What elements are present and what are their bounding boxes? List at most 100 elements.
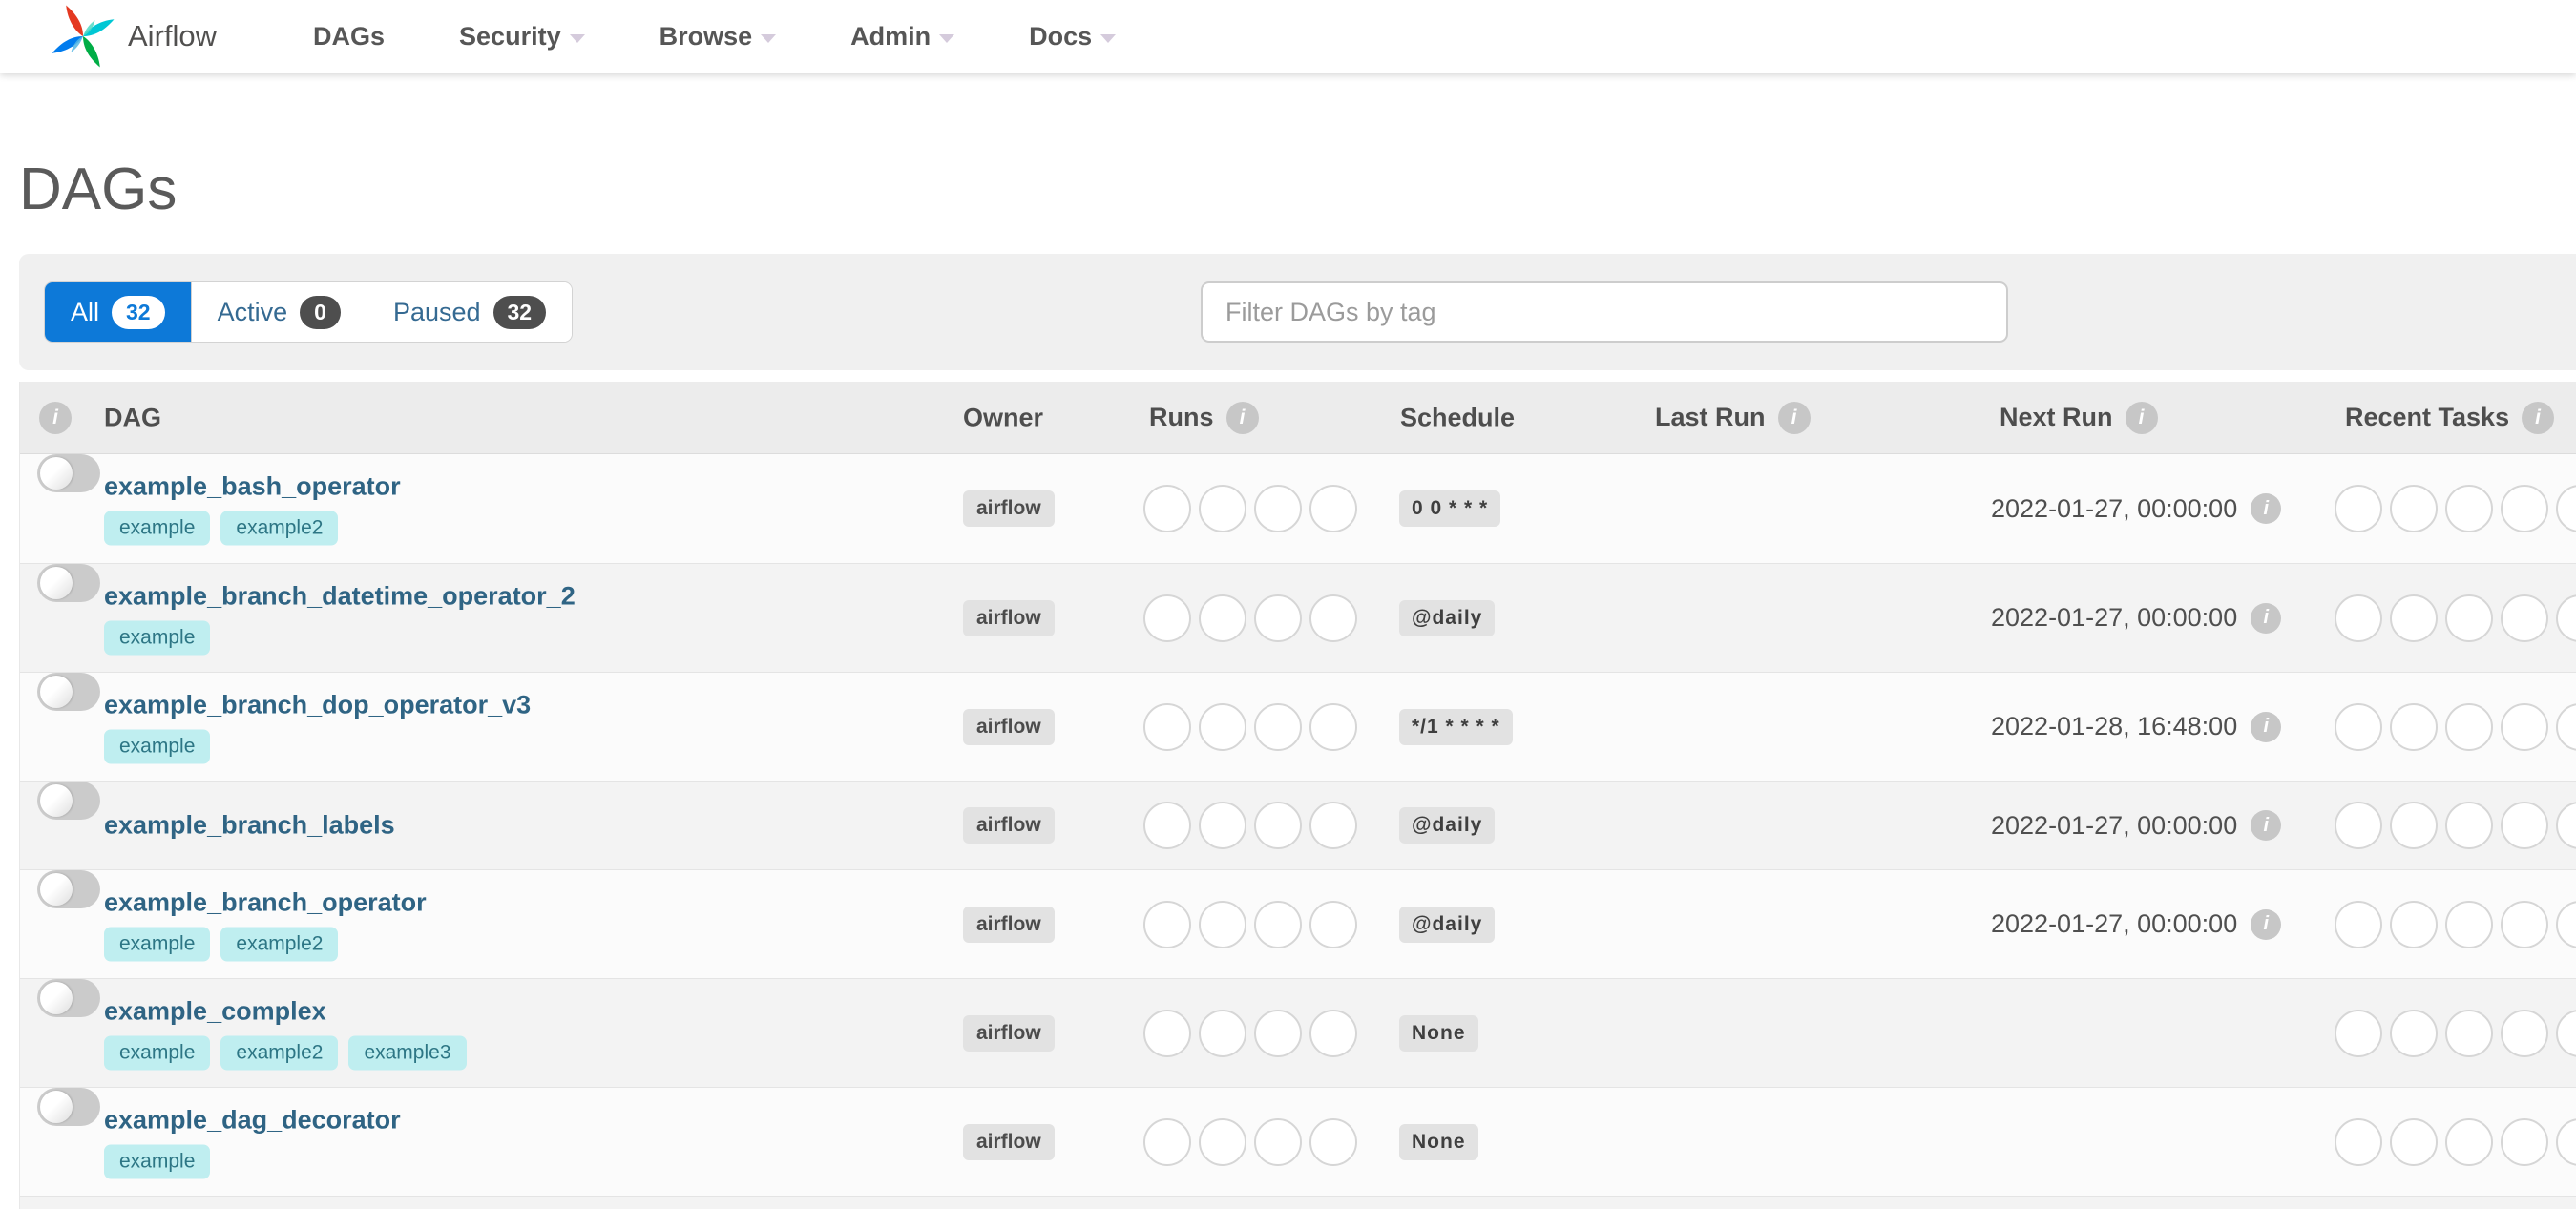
dag-tag[interactable]: example [104,1035,211,1070]
owner-chip[interactable]: airflow [963,1123,1055,1160]
owner-chip[interactable]: airflow [963,708,1055,745]
run-status-circle[interactable] [1143,900,1191,948]
run-status-circle[interactable] [1199,1009,1246,1057]
tag-filter-input[interactable] [1201,281,2008,343]
run-status-circle[interactable] [1254,1009,1302,1057]
task-status-circle[interactable] [2335,802,2382,849]
owner-chip[interactable]: airflow [963,1014,1055,1052]
task-status-circle[interactable] [2445,485,2493,532]
task-status-circle[interactable] [2501,594,2548,642]
owner-chip[interactable]: airflow [963,807,1055,844]
run-status-circle[interactable] [1199,594,1246,642]
tab-all[interactable]: All 32 [45,282,191,342]
task-status-circle[interactable] [2390,1009,2438,1057]
owner-chip[interactable]: airflow [963,599,1055,636]
dag-name-link[interactable]: example_branch_datetime_operator_2 [104,581,576,611]
run-status-circle[interactable] [1143,1009,1191,1057]
task-status-circle[interactable] [2390,485,2438,532]
task-status-circle[interactable] [2501,485,2548,532]
run-status-circle[interactable] [1199,802,1246,849]
dag-tag[interactable]: example [104,620,211,655]
task-status-circle[interactable] [2445,594,2493,642]
run-status-circle[interactable] [1199,485,1246,532]
run-status-circle[interactable] [1309,1009,1357,1057]
dag-name-link[interactable]: example_branch_operator [104,887,427,917]
task-status-circle[interactable] [2335,1009,2382,1057]
task-status-circle[interactable] [2501,802,2548,849]
run-status-circle[interactable] [1309,1117,1357,1166]
task-status-circle[interactable] [2556,1117,2576,1166]
task-status-circle[interactable] [2445,802,2493,849]
run-status-circle[interactable] [1254,802,1302,849]
run-status-circle[interactable] [1309,802,1357,849]
run-status-circle[interactable] [1254,1117,1302,1166]
task-status-circle[interactable] [2556,802,2576,849]
task-status-circle[interactable] [2335,900,2382,948]
dag-pause-toggle[interactable] [37,979,100,1017]
dag-tag[interactable]: example [104,729,211,763]
run-status-circle[interactable] [1199,1117,1246,1166]
nav-item-browse[interactable]: Browse [622,22,814,52]
task-status-circle[interactable] [2335,485,2382,532]
dag-pause-toggle[interactable] [37,1088,100,1126]
dag-pause-toggle[interactable] [37,454,100,492]
task-status-circle[interactable] [2501,1117,2548,1166]
dag-tag[interactable]: example2 [220,927,339,961]
task-status-circle[interactable] [2556,702,2576,751]
owner-chip[interactable]: airflow [963,490,1055,527]
run-status-circle[interactable] [1143,594,1191,642]
dag-name-link[interactable]: example_dag_decorator [104,1105,401,1135]
dag-name-link[interactable]: example_branch_labels [104,811,395,841]
nav-item-docs[interactable]: Docs [992,22,1153,52]
dag-name-link[interactable]: example_complex [104,996,467,1026]
task-status-circle[interactable] [2445,1009,2493,1057]
task-status-circle[interactable] [2501,702,2548,751]
run-status-circle[interactable] [1309,900,1357,948]
task-status-circle[interactable] [2445,702,2493,751]
tab-paused[interactable]: Paused 32 [366,282,573,342]
run-status-circle[interactable] [1254,594,1302,642]
nav-item-dags[interactable]: DAGs [276,22,422,52]
task-status-circle[interactable] [2390,802,2438,849]
run-status-circle[interactable] [1254,900,1302,948]
run-status-circle[interactable] [1143,485,1191,532]
task-status-circle[interactable] [2335,594,2382,642]
dag-tag[interactable]: example [104,511,211,546]
tab-active[interactable]: Active 0 [190,282,367,342]
task-status-circle[interactable] [2556,594,2576,642]
run-status-circle[interactable] [1143,1117,1191,1166]
dag-pause-toggle[interactable] [37,673,100,711]
dag-pause-toggle[interactable] [37,782,100,820]
run-status-circle[interactable] [1309,594,1357,642]
dag-name-link[interactable]: example_bash_operator [104,472,401,502]
task-status-circle[interactable] [2501,900,2548,948]
run-status-circle[interactable] [1254,485,1302,532]
dag-pause-toggle[interactable] [37,870,100,908]
run-status-circle[interactable] [1309,485,1357,532]
task-status-circle[interactable] [2556,900,2576,948]
task-status-circle[interactable] [2335,1117,2382,1166]
task-status-circle[interactable] [2556,485,2576,532]
run-status-circle[interactable] [1309,702,1357,751]
task-status-circle[interactable] [2390,594,2438,642]
task-status-circle[interactable] [2390,1117,2438,1166]
nav-item-admin[interactable]: Admin [813,22,992,52]
task-status-circle[interactable] [2501,1009,2548,1057]
nav-item-security[interactable]: Security [422,22,622,52]
dag-tag[interactable]: example3 [348,1035,467,1070]
task-status-circle[interactable] [2335,702,2382,751]
dag-tag[interactable]: example [104,927,211,961]
column-header-schedule[interactable]: Schedule [1400,403,1515,432]
task-status-circle[interactable] [2445,900,2493,948]
brand[interactable]: Airflow [48,1,217,72]
task-status-circle[interactable] [2390,900,2438,948]
column-header-dag[interactable]: DAG [104,403,161,432]
run-status-circle[interactable] [1143,702,1191,751]
dag-tag[interactable]: example2 [220,1035,339,1070]
column-header-owner[interactable]: Owner [963,403,1043,432]
run-status-circle[interactable] [1254,702,1302,751]
dag-pause-toggle[interactable] [37,564,100,602]
dag-tag[interactable]: example [104,1144,211,1178]
run-status-circle[interactable] [1143,802,1191,849]
owner-chip[interactable]: airflow [963,906,1055,943]
